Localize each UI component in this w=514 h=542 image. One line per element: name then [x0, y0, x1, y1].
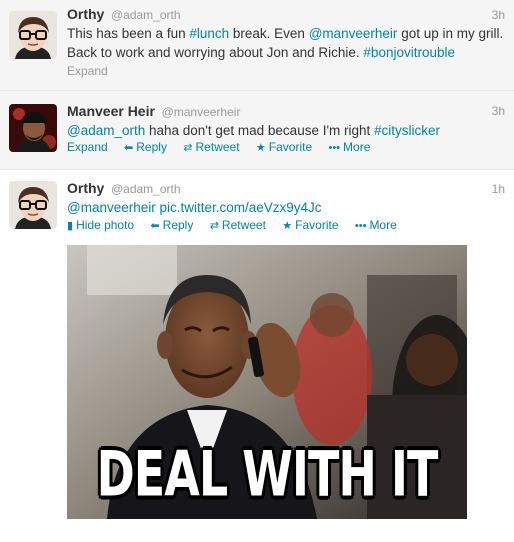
hide-photo-label: Hide photo [76, 218, 135, 232]
retweet-icon: ⇄ [183, 142, 193, 154]
favorite-label: Favorite [268, 140, 313, 154]
author-handle[interactable]: @adam_orth [111, 8, 181, 22]
more-button[interactable]: ••• More [355, 218, 397, 232]
tweet-orthy-lunch[interactable]: Orthy @adam_orth 3h This has been a fun … [0, 0, 514, 91]
author-name[interactable]: Manveer Heir [67, 103, 155, 119]
tweet-text: This has been a fun #lunch break. Even @… [67, 24, 507, 62]
star-icon: ★ [282, 220, 293, 232]
tweet-orthy-photo[interactable]: Orthy @adam_orth 1h @manveerheir pic.twi… [0, 170, 514, 542]
photo-link[interactable]: pic.twitter.com/aeVzx9y4Jc [156, 200, 322, 215]
tweet-timestamp[interactable]: 1h [492, 182, 505, 196]
dots-icon: ••• [354, 220, 367, 232]
tweet-actions: Expand [67, 64, 121, 78]
hashtag-link[interactable]: #bonjovitrouble [363, 45, 455, 60]
star-icon: ★ [255, 142, 266, 154]
reply-button[interactable]: ⬅ Reply [124, 140, 167, 154]
expand-link[interactable]: Expand [67, 140, 108, 154]
mention-link[interactable]: @manveerheir [309, 26, 398, 41]
more-label: More [343, 140, 371, 154]
expand-link[interactable]: Expand [67, 64, 108, 78]
favorite-button[interactable]: ★ Favorite [282, 218, 338, 232]
favorite-label: Favorite [295, 218, 339, 232]
tweet-actions: Expand ⬅ Reply ⇄ Retweet ★ Favorite ••• More [67, 140, 383, 154]
mention-link[interactable]: @adam_orth [67, 123, 145, 138]
retweet-button[interactable]: ⇄ Retweet [210, 218, 266, 232]
photo-icon: ▮ [67, 220, 74, 232]
tweet-header: Orthy @adam_orth [67, 6, 181, 22]
reply-label: Reply [162, 218, 194, 232]
retweet-icon: ⇄ [209, 220, 219, 232]
retweet-label: Retweet [195, 140, 240, 154]
reply-button[interactable]: ⬅ Reply [150, 218, 193, 232]
hashtag-link[interactable]: #lunch [189, 26, 229, 41]
tweet-timestamp[interactable]: 3h [492, 104, 505, 118]
more-button[interactable]: ••• More [328, 140, 370, 154]
tweet-header: Manveer Heir @manveerheir [67, 103, 240, 119]
author-name[interactable]: Orthy [67, 6, 104, 22]
tweet-photo[interactable]: DEAL WITH IT [67, 245, 467, 519]
hashtag-link[interactable]: #cityslicker [374, 123, 440, 138]
reply-arrow-icon: ⬅ [150, 220, 160, 232]
reply-label: Reply [136, 140, 167, 154]
avatar-manveer[interactable] [9, 104, 57, 152]
avatar-orthy[interactable] [9, 11, 57, 59]
text-segment: haha don't get mad because I'm right [145, 123, 375, 138]
author-name[interactable]: Orthy [67, 180, 104, 196]
more-label: More [369, 218, 397, 232]
retweet-button[interactable]: ⇄ Retweet [183, 140, 239, 154]
author-handle[interactable]: @adam_orth [111, 182, 181, 196]
tweet-header: Orthy @adam_orth [67, 180, 181, 196]
avatar-orthy[interactable] [9, 181, 57, 229]
retweet-label: Retweet [221, 218, 266, 232]
hide-photo-button[interactable]: ▮ Hide photo [67, 218, 134, 232]
meme-caption: DEAL WITH IT [96, 437, 439, 511]
dots-icon: ••• [328, 142, 341, 154]
tweet-actions: ▮ Hide photo ⬅ Reply ⇄ Retweet ★ Favorite ••… [67, 218, 410, 232]
tweet-manveer-reply[interactable]: Manveer Heir @manveerheir 3h @adam_orth … [0, 91, 514, 170]
tweet-text: @adam_orth haha don't get mad because I'… [67, 121, 507, 140]
favorite-button[interactable]: ★ Favorite [256, 140, 312, 154]
tweet-text: @manveerheir pic.twitter.com/aeVzx9y4Jc [67, 198, 507, 217]
text-segment: This has been a fun [67, 26, 190, 41]
author-handle[interactable]: @manveerheir [162, 105, 241, 119]
tweet-timestamp[interactable]: 3h [492, 8, 505, 22]
reply-arrow-icon: ⬅ [124, 142, 134, 154]
text-segment: break. Even [229, 26, 309, 41]
mention-link[interactable]: @manveerheir [67, 200, 156, 215]
